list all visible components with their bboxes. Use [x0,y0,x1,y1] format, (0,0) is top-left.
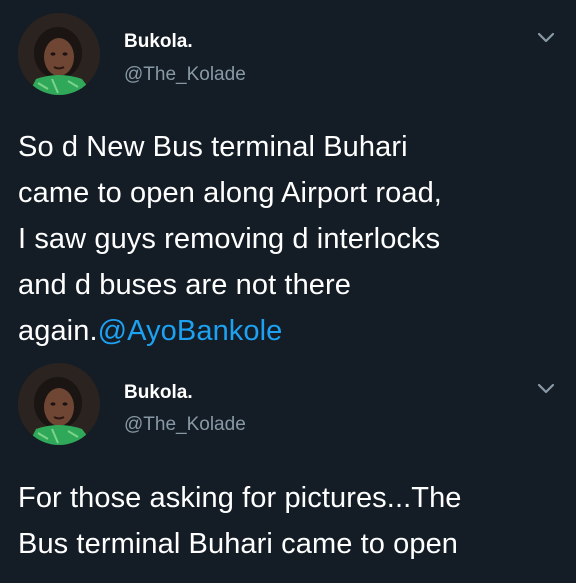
avatar-image [18,13,100,95]
author-handle[interactable]: @The_Kolade [124,64,246,86]
avatar[interactable] [18,13,100,95]
avatar[interactable] [18,363,100,445]
tweet-text-line: Bus terminal Buhari came to open [18,528,459,560]
tweet-2[interactable]: Bukola. @The_Kolade For those asking for… [0,350,576,583]
tweet-text-line: and d buses are not there [18,269,352,301]
tweet-text-line: So d New Bus terminal Buhari [18,131,408,163]
avatar-image [18,363,100,445]
tweet-1[interactable]: Bukola. @The_Kolade So d New Bus termina… [0,0,576,350]
tweet-text-line: again.@AyoBankole [18,308,558,354]
tweet-text-line: I saw guys removing d interlocks [18,223,441,255]
chevron-down-icon[interactable] [536,31,556,45]
author-name[interactable]: Bukola. [124,31,193,53]
chevron-down-icon[interactable] [536,382,556,396]
mention-link[interactable]: @AyoBankole [98,315,283,347]
tweet-text: For those asking for pictures...The Bus … [18,475,558,567]
tweet-text-line: came to open along Airport road, [18,177,442,209]
tweet-text: So d New Bus terminal Buhari came to ope… [18,124,558,354]
author-handle[interactable]: @The_Kolade [124,414,246,436]
tweet-text-fragment: again. [18,315,98,347]
tweet-text-line: For those asking for pictures...The [18,482,462,514]
author-name[interactable]: Bukola. [124,382,193,404]
